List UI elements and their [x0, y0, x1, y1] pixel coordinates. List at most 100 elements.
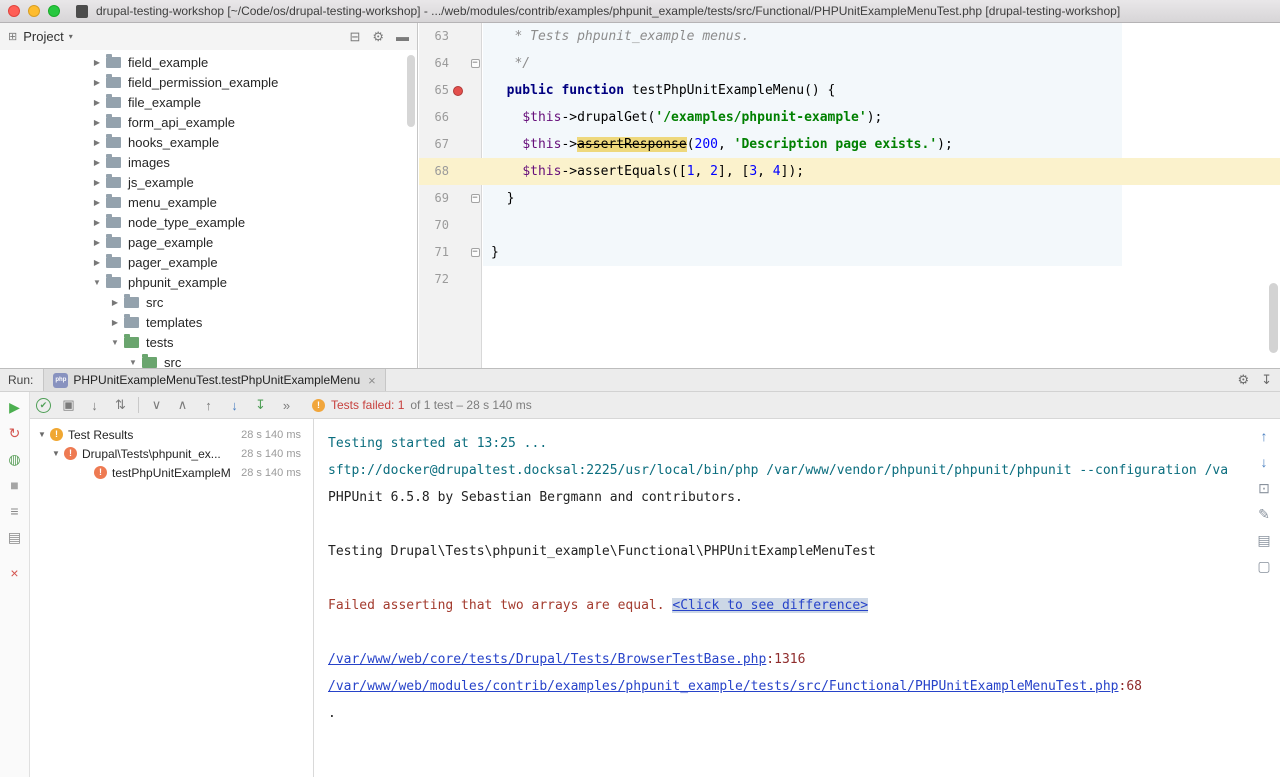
scroll-up-icon[interactable]: ↑: [1261, 429, 1268, 444]
clear-all-icon[interactable]: ▢: [1257, 559, 1270, 574]
project-tree-item-file_example[interactable]: ▶file_example: [0, 92, 417, 112]
code-line[interactable]: public function testPhpUnitExampleMenu()…: [483, 77, 835, 104]
settings-icon[interactable]: ⚙: [1237, 372, 1249, 388]
code-line[interactable]: $this->drupalGet('/examples/phpunit-exam…: [483, 104, 882, 131]
expand-all-icon[interactable]: ∨: [148, 397, 165, 413]
hide-panel-icon[interactable]: ↧: [1261, 372, 1272, 388]
project-tree-item-form_api_example[interactable]: ▶form_api_example: [0, 112, 417, 132]
close-window-button[interactable]: [8, 5, 20, 17]
hide-panel-icon[interactable]: ▬: [396, 29, 409, 45]
print-icon[interactable]: ▤: [1257, 533, 1270, 548]
line-number: 64: [423, 50, 449, 77]
collapse-all-icon[interactable]: ⊟: [349, 29, 360, 45]
sort-by-duration-icon[interactable]: ↓: [86, 398, 103, 413]
chevron-collapsed-icon[interactable]: ▶: [90, 258, 104, 267]
test-tree-item[interactable]: ▼!Drupal\Tests\phpunit_ex...28 s 140 ms: [30, 444, 313, 463]
chevron-collapsed-icon[interactable]: ▶: [90, 58, 104, 67]
show-passed-icon[interactable]: ✔: [36, 398, 51, 413]
project-scrollbar[interactable]: [407, 55, 415, 127]
chevron-collapsed-icon[interactable]: ▶: [90, 158, 104, 167]
chevron-collapsed-icon[interactable]: ▶: [90, 78, 104, 87]
test-marker-icon[interactable]: [453, 86, 463, 96]
code-line[interactable]: $this->assertResponse(200, 'Description …: [483, 131, 953, 158]
project-tree-item-hooks_example[interactable]: ▶hooks_example: [0, 132, 417, 152]
project-tree-item-field_permission_example[interactable]: ▶field_permission_example: [0, 72, 417, 92]
dump-threads-icon[interactable]: ≡: [10, 503, 18, 519]
chevron-collapsed-icon[interactable]: ▶: [90, 138, 104, 147]
chevron-collapsed-icon[interactable]: ▶: [90, 98, 104, 107]
code-line[interactable]: * Tests phpunit_example menus.: [483, 23, 749, 50]
import-test-results-icon[interactable]: ↧: [252, 397, 269, 413]
project-tree-item-field_example[interactable]: ▶field_example: [0, 52, 417, 72]
project-tree-item-images[interactable]: ▶images: [0, 152, 417, 172]
console-link[interactable]: <Click to see difference>: [672, 598, 868, 613]
sort-alphabetically-icon[interactable]: ⇅: [112, 397, 129, 413]
code-line[interactable]: }: [483, 185, 514, 212]
project-tree-item-phpunit_example[interactable]: ▼phpunit_example: [0, 272, 417, 292]
chevron-collapsed-icon[interactable]: ▶: [108, 298, 122, 307]
open-in-editor-icon[interactable]: ✎: [1258, 507, 1270, 522]
collapse-all-icon[interactable]: ∧: [174, 397, 191, 413]
project-tree-item-tests[interactable]: ▼tests: [0, 332, 417, 352]
chevron-expanded-icon[interactable]: ▼: [50, 449, 62, 458]
project-tree-item-templates[interactable]: ▶templates: [0, 312, 417, 332]
chevron-expanded-icon[interactable]: ▼: [108, 338, 122, 347]
more-chevron-icon[interactable]: »: [278, 398, 295, 413]
chevron-collapsed-icon[interactable]: ▶: [90, 238, 104, 247]
console-link[interactable]: /var/www/web/core/tests/Drupal/Tests/Bro…: [328, 652, 766, 667]
rerun-icon[interactable]: ▶: [9, 399, 20, 415]
chevron-expanded-icon[interactable]: ▼: [90, 278, 104, 287]
chevron-expanded-icon[interactable]: ▼: [36, 430, 48, 439]
code-line[interactable]: }: [483, 239, 499, 266]
chevron-collapsed-icon[interactable]: ▶: [90, 198, 104, 207]
fold-marker-icon[interactable]: −: [471, 59, 480, 68]
chevron-collapsed-icon[interactable]: ▶: [90, 218, 104, 227]
scroll-down-icon[interactable]: ↓: [1261, 455, 1268, 470]
chevron-collapsed-icon[interactable]: ▶: [90, 118, 104, 127]
chevron-down-icon[interactable]: ▾: [69, 32, 73, 41]
test-tree-item[interactable]: ▼!Test Results28 s 140 ms: [30, 425, 313, 444]
console-link[interactable]: /var/www/web/modules/contrib/examples/ph…: [328, 679, 1119, 694]
console-output[interactable]: Testing started at 13:25 ...sftp://docke…: [314, 419, 1248, 777]
zoom-window-button[interactable]: [48, 5, 60, 17]
settings-icon[interactable]: ⚙: [372, 29, 384, 45]
run-tab[interactable]: php PHPUnitExampleMenuTest.testPhpUnitEx…: [43, 369, 385, 391]
close-tab-icon[interactable]: ×: [368, 373, 376, 388]
code-line[interactable]: [483, 266, 491, 293]
next-failed-test-icon[interactable]: ↓: [226, 398, 243, 413]
project-tool-window-icon: ⊞: [8, 30, 17, 43]
project-tree-item-page_example[interactable]: ▶page_example: [0, 232, 417, 252]
chevron-expanded-icon[interactable]: ▼: [126, 358, 140, 367]
console-history-icon[interactable]: ▤: [8, 529, 21, 545]
code-line[interactable]: */: [483, 50, 530, 77]
close-icon[interactable]: ×: [10, 565, 18, 581]
chevron-collapsed-icon[interactable]: ▶: [90, 178, 104, 187]
stop-icon[interactable]: ■: [10, 477, 18, 493]
rerun-failed-tests-icon[interactable]: ↻: [9, 425, 21, 441]
previous-failed-test-icon[interactable]: ↑: [200, 398, 217, 413]
export-test-results-icon[interactable]: ⊡: [1258, 481, 1270, 496]
code-line[interactable]: $this->assertEquals([1, 2], [3, 4]);: [483, 158, 804, 185]
minimize-window-button[interactable]: [28, 5, 40, 17]
error-icon: !: [94, 466, 107, 479]
project-tree-item-src[interactable]: ▼src: [0, 352, 417, 368]
tree-item-label: node_type_example: [128, 215, 245, 230]
chevron-collapsed-icon[interactable]: ▶: [108, 318, 122, 327]
editor-scrollbar[interactable]: [1269, 283, 1278, 353]
console-line: PHPUnit 6.5.8 by Sebastian Bergmann and …: [328, 484, 1248, 511]
project-tree-item-pager_example[interactable]: ▶pager_example: [0, 252, 417, 272]
editor[interactable]: 63 * Tests phpunit_example menus.64− */6…: [419, 23, 1280, 368]
project-tree-item-node_type_example[interactable]: ▶ node_type_example: [0, 212, 417, 232]
code-line[interactable]: [483, 212, 491, 239]
fold-marker-icon[interactable]: −: [471, 194, 480, 203]
project-tree-item-src[interactable]: ▶src: [0, 292, 417, 312]
fold-marker-icon[interactable]: −: [471, 248, 480, 257]
coverage-icon[interactable]: ◍: [8, 451, 20, 467]
line-number: 70: [423, 212, 449, 239]
show-ignored-icon[interactable]: ▣: [60, 397, 77, 413]
project-panel-title[interactable]: Project: [23, 29, 63, 44]
folder-icon: [106, 137, 121, 148]
project-tree-item-menu_example[interactable]: ▶menu_example: [0, 192, 417, 212]
test-tree-item[interactable]: !testPhpUnitExampleM28 s 140 ms: [30, 463, 313, 482]
project-tree-item-js_example[interactable]: ▶js_example: [0, 172, 417, 192]
